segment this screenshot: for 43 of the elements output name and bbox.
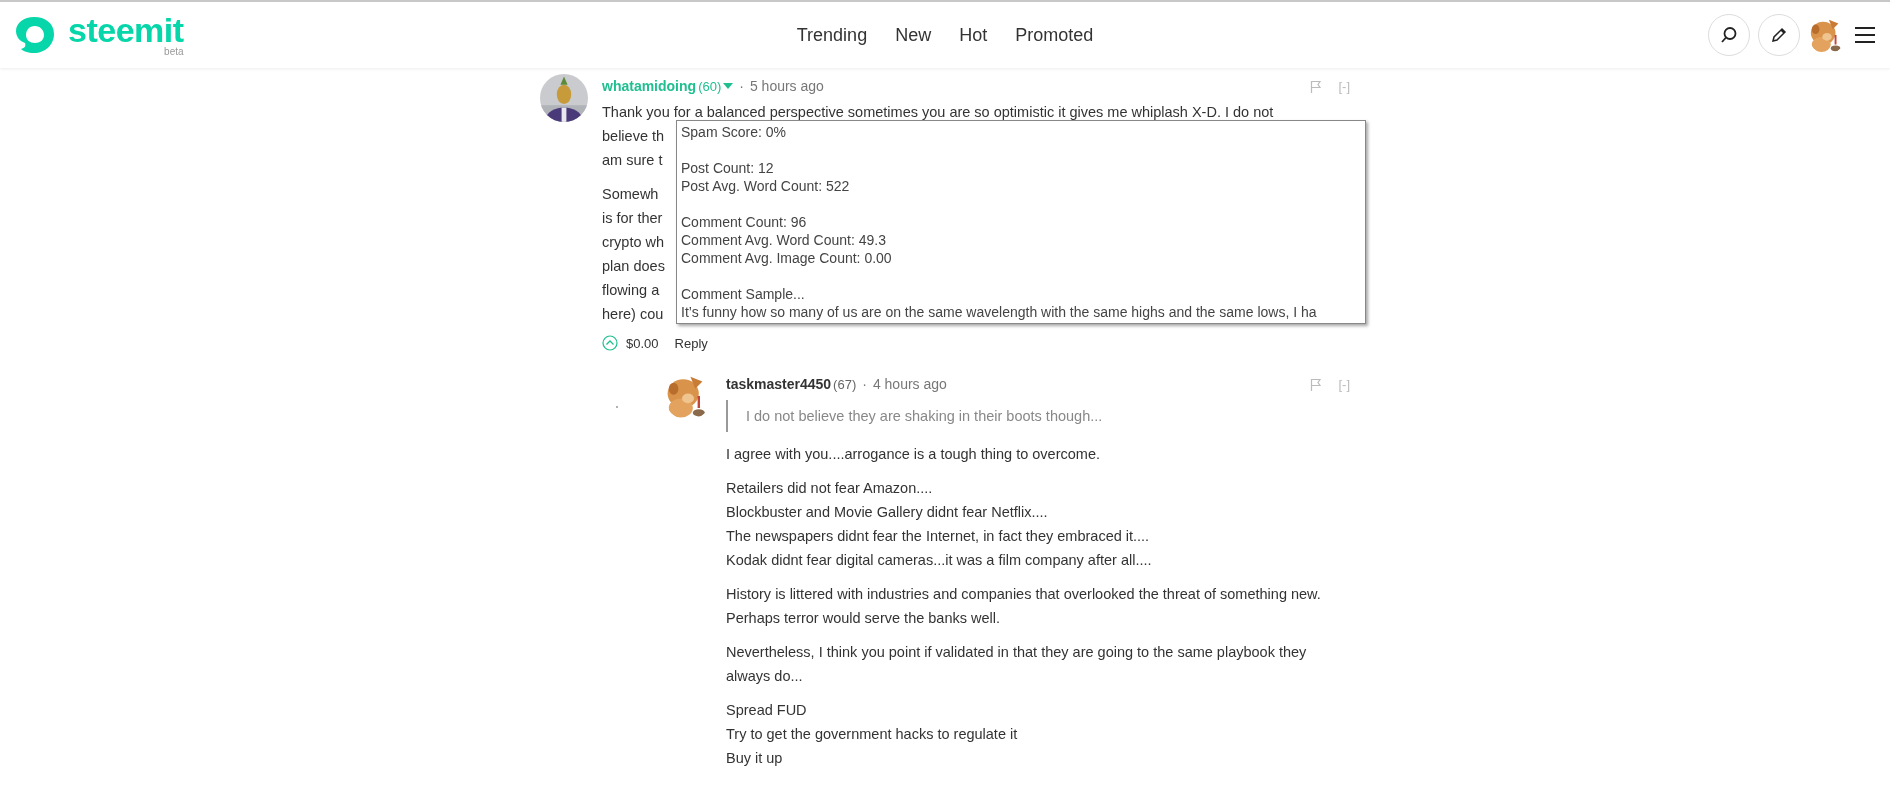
reputation-score: (67) — [833, 376, 857, 392]
tooltip-text: Comment Avg. Image Count: 0.00 — [681, 249, 892, 267]
beta-label: beta — [164, 47, 184, 57]
separator-dot: · — [862, 376, 867, 392]
comment-text: believe th — [602, 127, 665, 146]
comment-text: crypto wh — [602, 233, 665, 252]
tooltip-text: Spam Score: 0% — [681, 123, 787, 141]
tooltip-text: It’s funny how so many of us are on the same wavelength with the same highs and the same lows, I ha — [681, 303, 1317, 321]
author-avatar[interactable] — [540, 74, 588, 122]
separator-dot: · — [739, 78, 744, 94]
comment-text: Thank you for a balanced perspective sometimes you are so optimistic it gives me whiplash X-D. I do not — [602, 103, 1274, 122]
pencil-icon — [1770, 26, 1788, 44]
comment-paragraph: History is littered with industries and companies that overlooked the threat of something new. Perhaps terror would serve the banks well. — [726, 585, 1322, 628]
menu-icon[interactable] — [1854, 26, 1876, 44]
edit-button[interactable] — [1758, 14, 1800, 56]
timestamp: 4 hours ago — [872, 376, 947, 392]
search-button[interactable] — [1708, 14, 1750, 56]
comment-paragraph: I agree with you....arrogance is a tough thing to overcome. — [726, 445, 1101, 464]
tooltip-text: Post Avg. Word Count: 522 — [681, 177, 850, 195]
nav-link[interactable]: Promoted — [1015, 24, 1094, 46]
tooltip-text: Comment Count: 96 — [681, 213, 807, 231]
comment-paragraph: Nevertheless, I think you point if validated in that they are going to the same playbook they always do... — [726, 643, 1308, 686]
nav-link[interactable]: Trending — [796, 24, 868, 46]
nav-link[interactable]: Hot — [959, 24, 988, 46]
search-icon — [1720, 26, 1738, 44]
comment-text: is for ther — [602, 209, 663, 228]
reputation-score: (60) — [698, 78, 722, 94]
comment-text: am sure t — [602, 151, 663, 170]
author-link[interactable]: taskmaster4450 — [726, 376, 832, 392]
tooltip-text: Comment Avg. Word Count: 49.3 — [681, 231, 886, 249]
comment-text: here) cou — [602, 305, 664, 324]
comment-paragraph: Retailers did not fear Amazon.... Blockbuster and Movie Gallery didnt fear Netflix.... The newspapers didnt fear the Internet, in fact they embraced it.... Kodak didnt fear digital cameras...it was a film company after all.... — [726, 479, 1153, 570]
comment-text: Somewh — [602, 185, 659, 204]
reply-link[interactable]: Reply — [674, 335, 708, 351]
comment-text: flowing a — [602, 281, 660, 300]
comment-paragraph: Spread FUD Try to get the government hacks to regulate it Buy it up — [726, 701, 1019, 768]
tooltip-text: Post Count: 12 — [681, 159, 774, 177]
quote-text: I do not believe they are shaking in their boots though... — [726, 400, 1350, 432]
tooltip-text: Comment Sample... — [681, 285, 805, 303]
timestamp: 5 hours ago — [749, 78, 824, 94]
comment-text: plan does — [602, 257, 665, 276]
nav-link[interactable]: New — [895, 24, 932, 46]
payout-amount[interactable]: $0.00 — [626, 335, 659, 351]
